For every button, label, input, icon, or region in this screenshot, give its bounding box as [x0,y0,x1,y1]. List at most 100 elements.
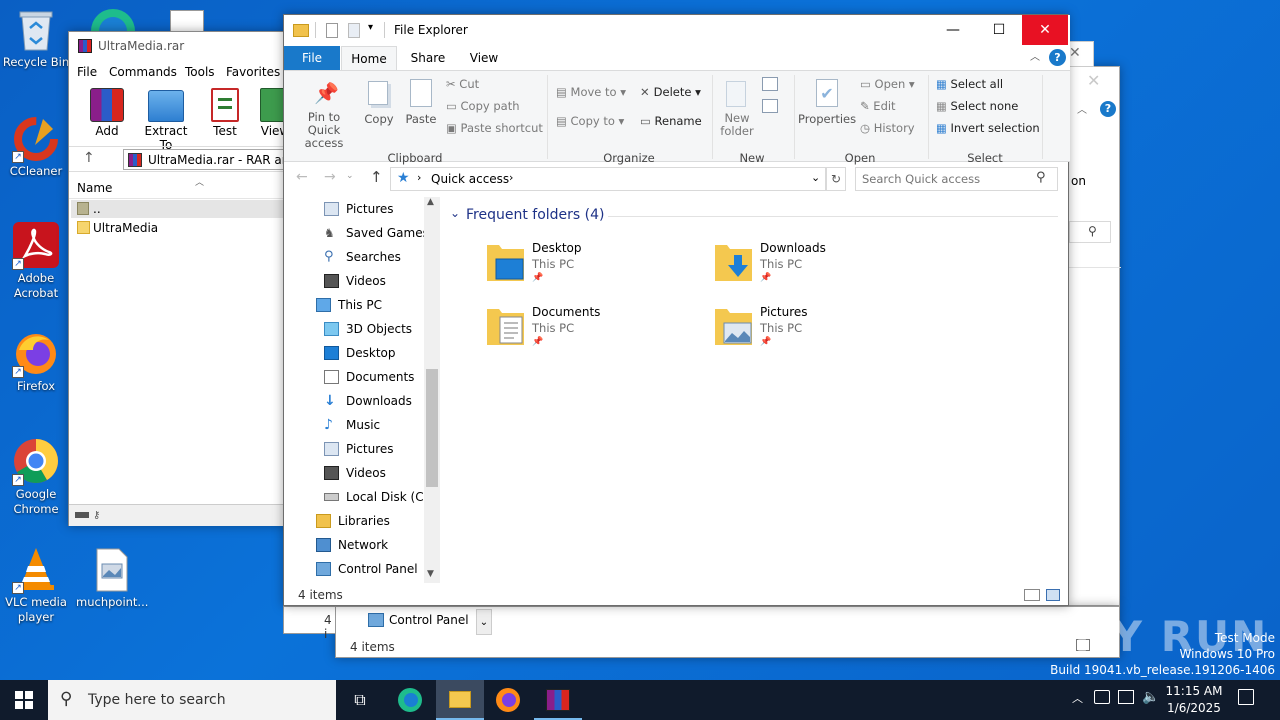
desktop-icon-vlc[interactable]: ↗ VLC media player [0,546,72,625]
menu-favorites[interactable]: Favorites [226,65,280,79]
easy-access-icon[interactable] [762,99,778,113]
new-folder-quick-icon[interactable] [348,23,360,38]
tab-view[interactable]: View [458,46,510,70]
edge-taskbar-icon[interactable] [386,680,434,720]
desktop-icon-ccleaner[interactable]: ↗ CCleaner [0,115,72,179]
folder-tile-downloads[interactable]: Downloads This PC 📌 [714,241,934,301]
rename-button[interactable]: ▭ Rename [640,114,702,128]
nav-control-panel[interactable]: Control Panel [316,557,418,581]
menu-file[interactable]: File [77,65,97,79]
file-explorer-taskbar-icon[interactable] [436,680,484,720]
properties-button[interactable]: ✔ Properties [798,77,856,139]
control-panel-window-fragment[interactable]: Control Panel ⌄ 4 items [335,606,1120,658]
chevron-down-icon[interactable]: ⌄ [811,171,820,184]
cut-button[interactable]: ✂ Cut [446,77,479,91]
delete-button[interactable]: ✕ Delete ▾ [640,85,701,99]
forward-button[interactable]: → [324,169,336,185]
folder-tile-desktop[interactable]: Desktop This PC 📌 [486,241,706,301]
desktop-icon-adobe-acrobat[interactable]: ↗ Adobe Acrobat [0,222,72,301]
nav-saved-games[interactable]: ♞ Saved Games [324,221,429,245]
file-list-header[interactable]: Name ︿ [69,177,287,199]
test-button[interactable]: Test [203,88,247,138]
nav-videos-pc[interactable]: Videos [324,461,386,485]
help-icon[interactable]: ? [1049,49,1066,66]
nav-videos[interactable]: Videos [324,269,386,293]
tab-file[interactable]: File [284,46,340,70]
file-list-row[interactable]: UltraMedia [71,219,287,237]
nav-downloads[interactable]: ↓ Downloads [324,389,412,413]
search-box[interactable]: ⚲ [855,167,1058,191]
copy-button[interactable]: Copy [360,77,398,139]
column-name[interactable]: Name [77,181,112,195]
add-button[interactable]: Add [83,88,131,138]
nav-pictures-pc[interactable]: Pictures [324,437,394,461]
menu-commands[interactable]: Commands [109,65,177,79]
ribbon-collapse-icon[interactable]: ︿ [1077,101,1087,116]
archive-path-field[interactable]: UltraMedia.rar - RAR arch [123,149,301,170]
section-header-frequent-folders[interactable]: ⌄ Frequent folders (4) [450,206,1060,227]
desktop-icon-firefox[interactable]: ↗ Firefox [0,330,72,394]
refresh-button[interactable]: ↻ [826,167,846,191]
up-arrow-icon[interactable]: ↑ [83,150,95,166]
menu-tools[interactable]: Tools [185,65,215,79]
minimize-button[interactable]: — [930,15,976,45]
recent-locations-button[interactable]: ⌄ [346,171,354,181]
address-bar[interactable]: ★ › Quick access › ⌄ [390,167,826,191]
copy-to-button[interactable]: ▤ Copy to ▾ [556,114,624,128]
paste-shortcut-button[interactable]: ▣ Paste shortcut [446,121,543,135]
tab-home[interactable]: Home [341,46,397,70]
file-list-row[interactable]: .. [71,200,287,218]
properties-quick-icon[interactable] [326,23,338,38]
tab-share[interactable]: Share [402,46,454,70]
nav-this-pc[interactable]: This PC [316,293,382,317]
nav-3d-objects[interactable]: 3D Objects [324,317,412,341]
notification-center-icon[interactable] [1238,689,1254,705]
desktop-icon-google-chrome[interactable]: ↗ Google Chrome [0,438,72,517]
network-tray-icon[interactable] [1094,690,1110,704]
nav-desktop[interactable]: Desktop [324,341,396,365]
large-icons-view-icon[interactable] [1046,589,1060,601]
start-button[interactable] [0,680,48,720]
back-button[interactable]: ← [296,169,308,185]
extract-to-button[interactable]: Extract To [137,88,195,152]
show-hidden-icons[interactable]: ︿ [1072,690,1083,706]
desktop-icon-recycle-bin[interactable]: Recycle Bin [0,8,72,70]
invert-selection-button[interactable]: ▦ Invert selection [936,121,1040,135]
new-folder-button[interactable]: New folder [714,77,760,139]
nav-control-panel[interactable]: Control Panel [389,613,469,627]
firefox-taskbar-icon[interactable] [484,680,532,720]
pin-quick-access-button[interactable]: 📌 Pin to Quick access [290,77,358,150]
search-input[interactable] [862,170,1032,188]
folder-tile-documents[interactable]: Documents This PC 📌 [486,305,706,365]
clock[interactable]: 11:15 AM 1/6/2025 [1164,683,1224,717]
scroll-down-arrow-icon[interactable]: ▼ [427,569,434,579]
desktop-icon-muchpoint[interactable]: muchpoint... [76,548,148,610]
details-view-icon[interactable] [1024,589,1040,601]
select-all-button[interactable]: ▦ Select all [936,77,1003,91]
winrar-window[interactable]: UltraMedia.rar File Commands Tools Favor… [68,31,301,526]
nav-libraries[interactable]: Libraries [316,509,390,533]
nav-music[interactable]: ♪ Music [324,413,380,437]
close-icon[interactable]: ✕ [1087,71,1100,90]
scroll-up-arrow-icon[interactable]: ▲ [427,197,434,207]
file-explorer-window[interactable]: ▾ File Explorer — ☐ ✕ File Home Share Vi… [283,14,1070,606]
select-none-button[interactable]: ▦ Select none [936,99,1018,113]
nav-pictures[interactable]: Pictures [324,197,394,221]
volume-icon[interactable]: 🔈 [1142,689,1159,705]
open-button[interactable]: ▭ Open ▾ [860,77,915,91]
edit-button[interactable]: ✎ Edit [860,99,896,113]
close-button[interactable]: ✕ [1022,15,1068,45]
minimize-ribbon-icon[interactable]: ︿ [1030,48,1040,63]
nav-network[interactable]: Network [316,533,388,557]
folder-tile-pictures[interactable]: Pictures This PC 📌 [714,305,934,365]
nav-scrollbar[interactable]: ▲ ▼ [424,197,440,583]
nav-local-disk[interactable]: Local Disk (C:) [324,485,432,509]
close-icon[interactable]: ✕ [1069,45,1081,61]
new-item-icon[interactable] [762,77,778,91]
edge-desktop-icon[interactable] [88,6,138,34]
winrar-taskbar-icon[interactable] [534,680,582,720]
nav-documents[interactable]: Documents [324,365,414,389]
taskbar-search-box[interactable]: ⚲ Type here to search [48,680,336,720]
copy-path-button[interactable]: ▭ Copy path [446,99,520,113]
help-icon[interactable]: ? [1100,101,1116,117]
